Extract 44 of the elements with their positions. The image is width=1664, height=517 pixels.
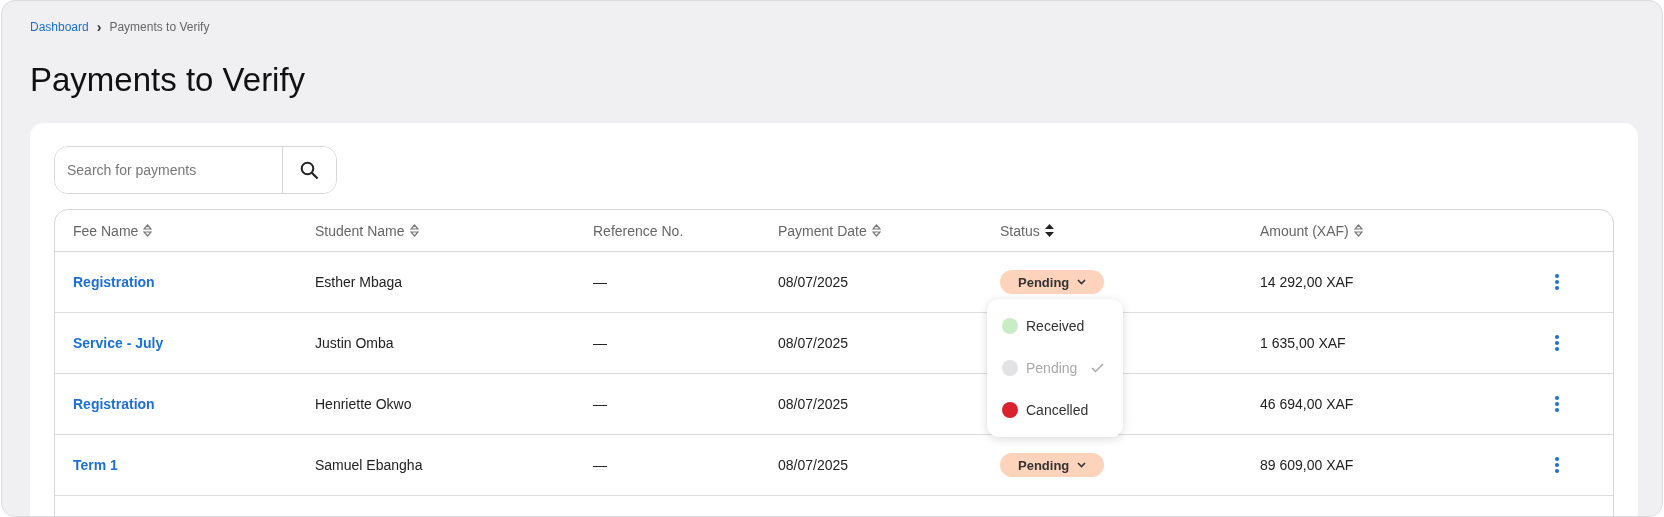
fee-link[interactable]: Term 1 [73, 457, 315, 473]
page-title: Payments to Verify [30, 61, 307, 99]
student-name: Justin Omba [315, 335, 395, 351]
status-option[interactable]: Received [987, 305, 1123, 347]
search-field[interactable]: Search for payments [54, 146, 337, 194]
breadcrumb-separator: › [96, 19, 102, 35]
payment-date: 08/07/2025 [778, 396, 850, 412]
status-dropdown[interactable]: Pending [1000, 453, 1105, 477]
column-header[interactable]: Status [1000, 222, 1260, 239]
fee-link[interactable]: Registration [73, 396, 315, 412]
payment-date: 08/07/2025 [778, 274, 850, 290]
status-option[interactable]: Cancelled [987, 389, 1123, 431]
student-name: Esther Mbaga [315, 274, 404, 290]
student-name: Samuel Ebangha [315, 457, 424, 473]
chevron-down-icon [1077, 279, 1087, 285]
breadcrumb-current: Payments to Verify [109, 20, 210, 34]
column-header[interactable]: Reference No. [593, 222, 778, 239]
column-header[interactable]: Student Name [315, 222, 593, 239]
amount: 46 694,00 XAF [1260, 396, 1355, 412]
column-header[interactable]: Payment Date [778, 222, 1000, 239]
sort-icon[interactable] [1044, 224, 1054, 237]
search-icon[interactable] [282, 147, 336, 193]
amount: 14 292,00 XAF [1260, 274, 1355, 290]
reference-number: — [593, 396, 608, 412]
amount: 1 635,00 XAF [1260, 335, 1347, 351]
reference-number: — [593, 335, 608, 351]
chevron-down-icon [1077, 462, 1087, 468]
more-options-icon[interactable] [1553, 335, 1561, 351]
check-icon [1091, 363, 1105, 373]
amount: 89 609,00 XAF [1260, 457, 1355, 473]
status-dropdown[interactable]: Pending [1000, 270, 1105, 294]
fee-link[interactable]: Service - July [73, 335, 315, 351]
column-header[interactable]: Amount (XAF) [1260, 222, 1553, 239]
breadcrumb-link[interactable]: Dashboard [30, 20, 89, 34]
more-options-icon[interactable] [1553, 457, 1561, 473]
payment-date: 08/07/2025 [778, 335, 850, 351]
reference-number: — [593, 274, 608, 290]
more-options-icon[interactable] [1553, 396, 1561, 412]
fee-link[interactable]: Registration [73, 274, 315, 290]
payment-date: 08/07/2025 [778, 457, 850, 473]
more-options-icon[interactable] [1553, 274, 1561, 290]
column-header[interactable]: Fee Name [73, 222, 315, 239]
student-name: Henriette Okwo [315, 396, 413, 412]
reference-number: — [593, 457, 608, 473]
